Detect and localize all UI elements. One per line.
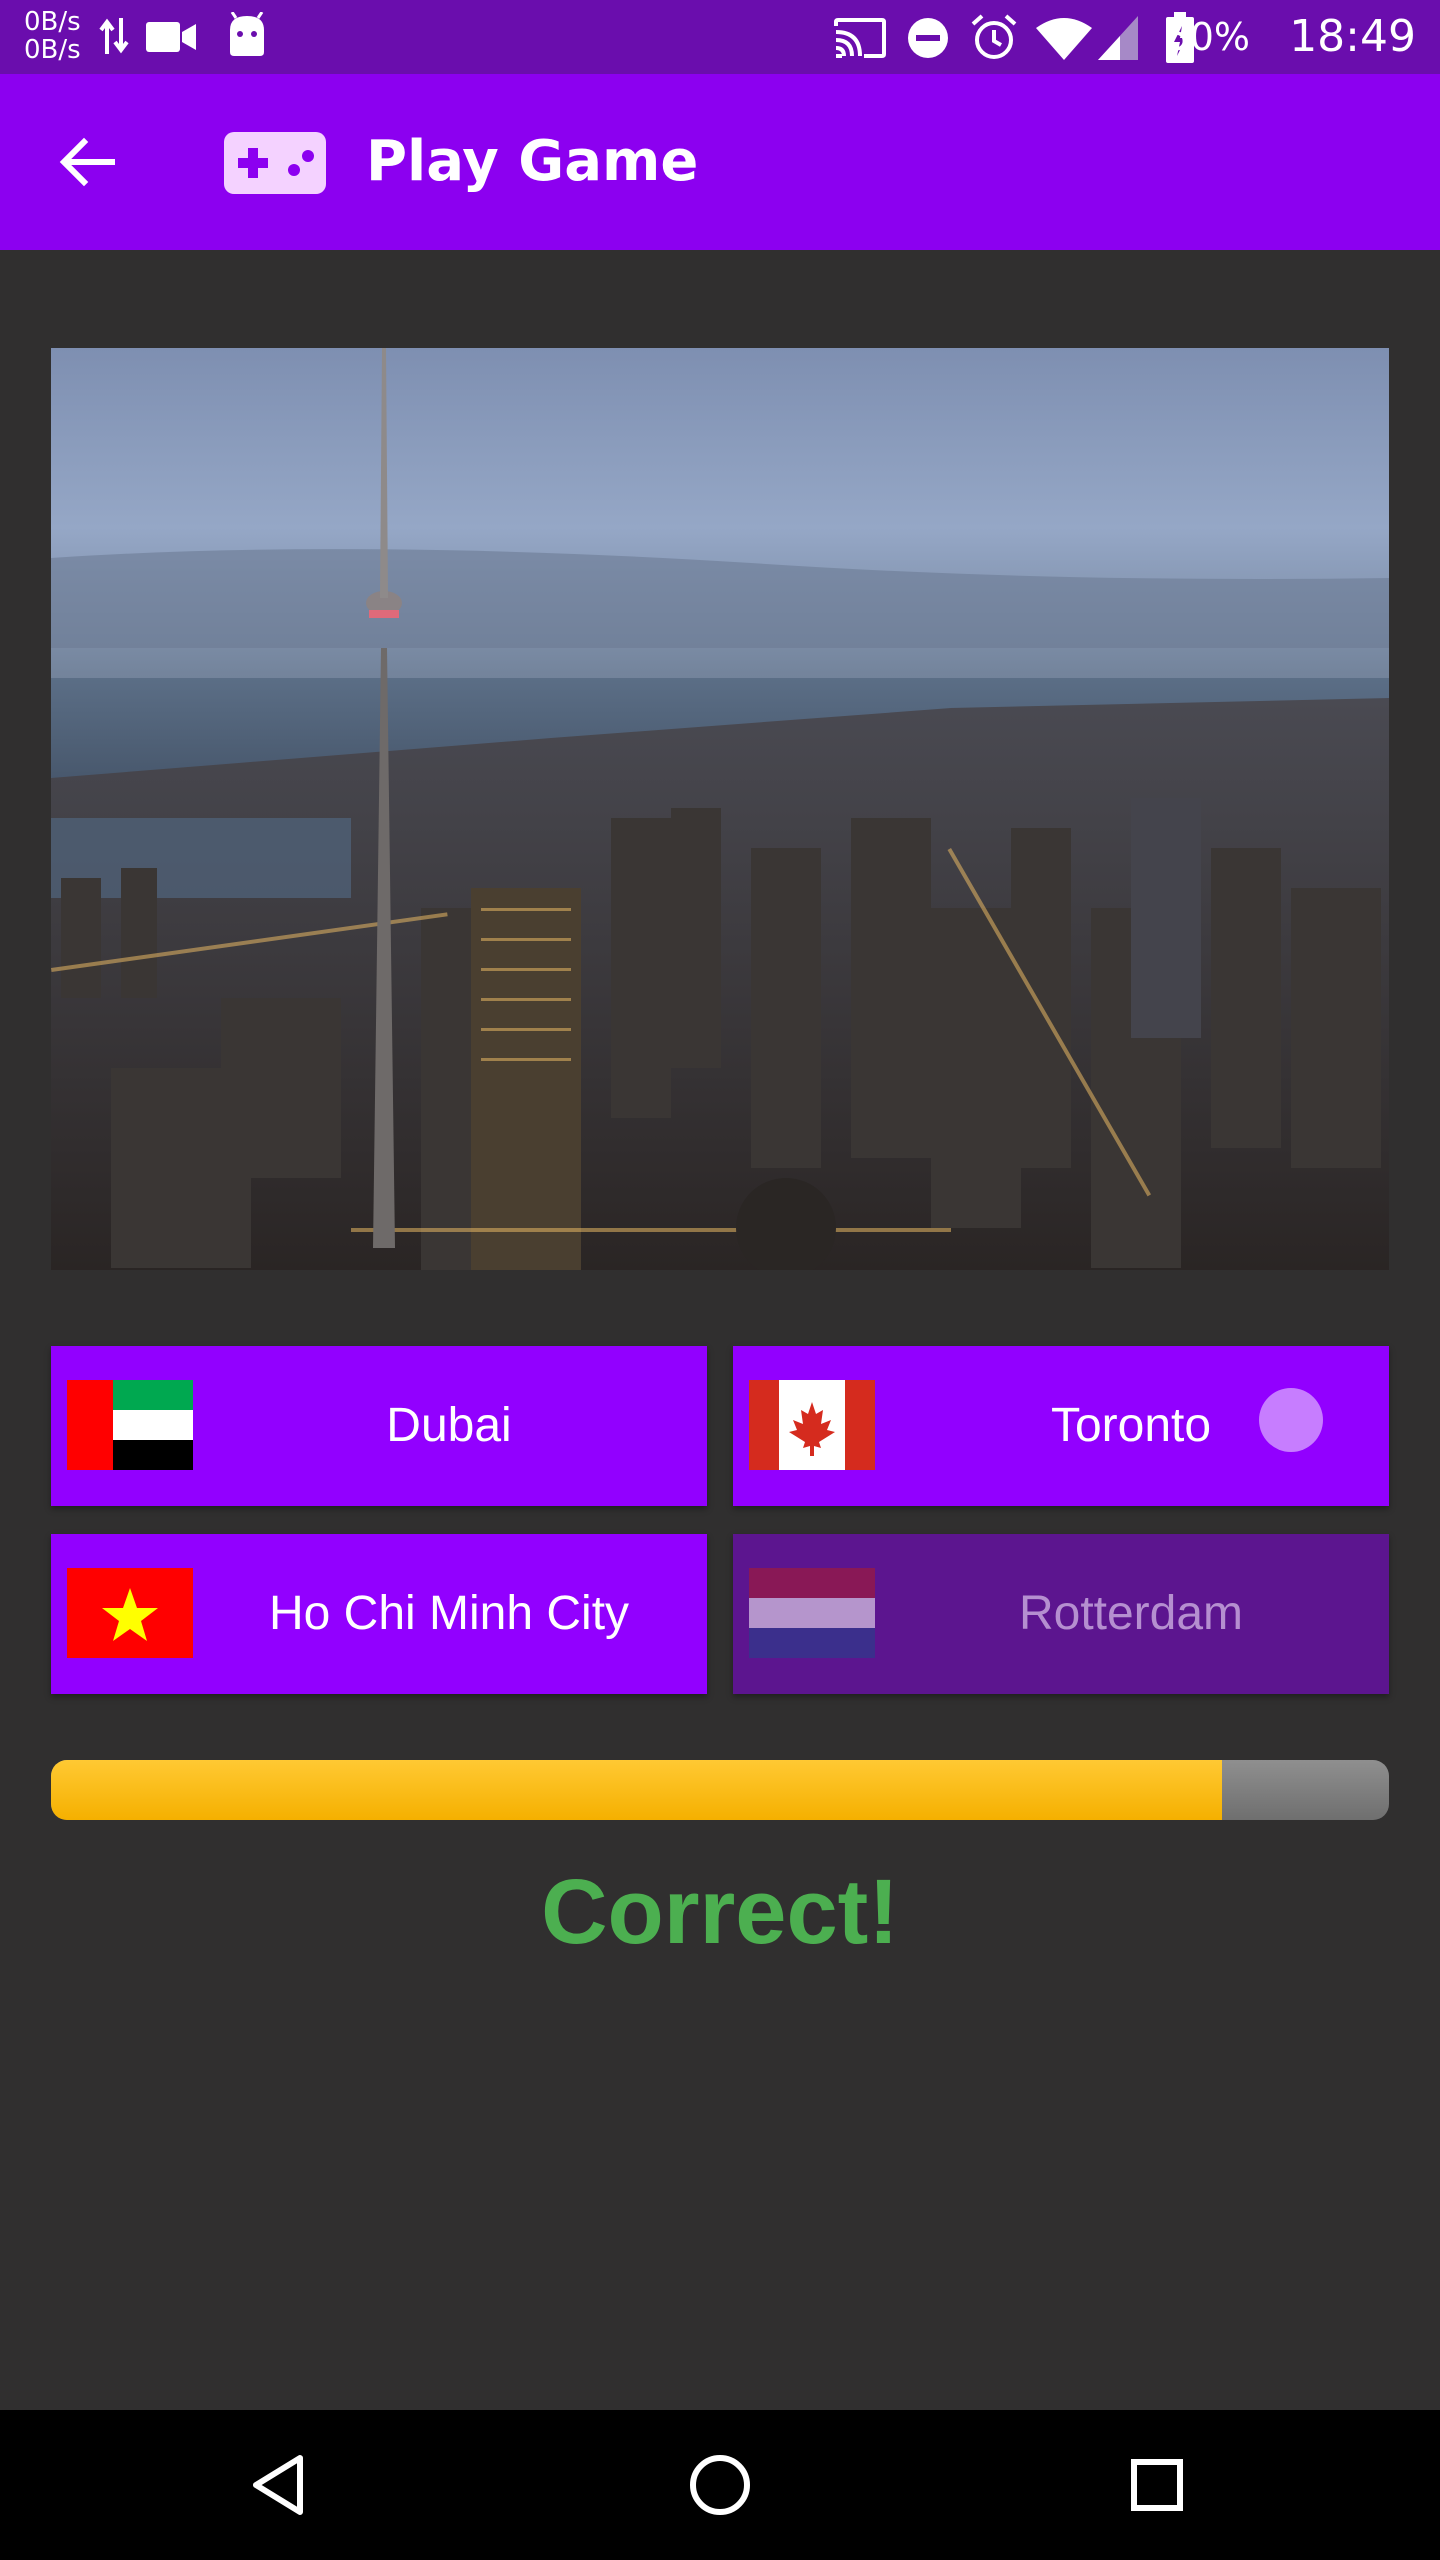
net-download-speed: 0B/s (24, 35, 81, 65)
nav-back-icon[interactable] (238, 2440, 328, 2530)
nav-home-icon[interactable] (675, 2440, 765, 2530)
answer-button-rotterdam[interactable]: Rotterdam (733, 1534, 1389, 1694)
timer-progress-bar (51, 1760, 1389, 1820)
gamepad-icon (224, 132, 326, 194)
signal-icon (1098, 16, 1138, 60)
android-icon (230, 12, 264, 56)
app-bar: Play Game (0, 74, 1440, 250)
answer-button-dubai[interactable]: Dubai (51, 1346, 707, 1506)
navigation-bar (0, 2410, 1440, 2560)
canada-flag-icon (749, 1380, 875, 1470)
answer-label: Ho Chi Minh City (268, 1587, 630, 1640)
arrow-left-icon[interactable] (44, 118, 132, 206)
answer-button-toronto[interactable]: Toronto (733, 1346, 1389, 1506)
cast-icon (834, 18, 886, 58)
touch-ripple (1259, 1388, 1323, 1452)
page-title: Play Game (366, 129, 699, 194)
wifi-icon (1036, 18, 1092, 60)
timer-progress-fill (51, 1760, 1222, 1820)
battery-percentage: 50% (1165, 15, 1250, 59)
data-transfer-icon (99, 18, 129, 54)
alarm-icon (971, 14, 1017, 59)
status-bar: 0B/s 0B/s 50% 18:49 (0, 0, 1440, 74)
vietnam-flag-icon (67, 1568, 193, 1658)
do-not-disturb-icon (908, 18, 948, 58)
city-photo (51, 348, 1389, 1270)
answer-button-ho-chi-minh-city[interactable]: Ho Chi Minh City (51, 1534, 707, 1694)
nav-recents-icon[interactable] (1112, 2440, 1202, 2530)
netherlands-flag-icon (749, 1568, 875, 1658)
screen: 0B/s 0B/s 50% 18:49 Play Game Dubai Toro… (0, 0, 1440, 2560)
video-icon (146, 22, 196, 52)
united-arab-emirates-flag-icon (67, 1380, 193, 1470)
result-message: Correct! (541, 1861, 899, 1963)
net-upload-speed: 0B/s (24, 7, 81, 37)
network-speed: 0B/s 0B/s (24, 8, 81, 64)
answer-label: Dubai (386, 1399, 512, 1452)
clock: 18:49 (1289, 11, 1416, 62)
answer-label: Rotterdam (1018, 1587, 1244, 1640)
